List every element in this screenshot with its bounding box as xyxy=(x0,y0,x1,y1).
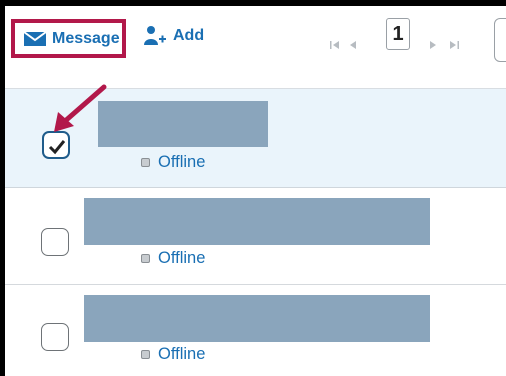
user-status: Offline xyxy=(141,249,205,268)
add-label: Add xyxy=(173,27,205,44)
toolbar: Message Add 1 xyxy=(5,6,506,88)
page-number-field[interactable]: 1 xyxy=(386,18,410,50)
message-label: Message xyxy=(52,29,120,47)
presence-dot-icon xyxy=(141,254,150,263)
list-item: Offline xyxy=(5,285,506,376)
first-page-icon[interactable] xyxy=(329,40,343,50)
user-name-redacted[interactable] xyxy=(84,295,430,342)
add-button[interactable]: Add xyxy=(143,24,204,48)
presence-dot-icon xyxy=(141,350,150,359)
add-user-icon xyxy=(144,26,166,45)
checkmark-icon xyxy=(48,140,66,155)
last-page-icon[interactable] xyxy=(447,40,461,50)
arrow-icon xyxy=(54,84,107,132)
next-page-icon[interactable] xyxy=(426,40,440,50)
status-label[interactable]: Offline xyxy=(158,249,205,268)
presence-dot-icon xyxy=(141,158,150,167)
message-button[interactable]: Message xyxy=(11,19,126,58)
user-name-redacted[interactable] xyxy=(98,101,268,147)
user-status: Offline xyxy=(141,345,205,364)
status-label[interactable]: Offline xyxy=(158,153,205,172)
envelope-icon xyxy=(23,30,47,46)
previous-page-icon[interactable] xyxy=(347,40,361,50)
status-label[interactable]: Offline xyxy=(158,345,205,364)
list-item: Offline xyxy=(5,188,506,285)
row-checkbox[interactable] xyxy=(41,228,69,256)
page-size-select[interactable] xyxy=(494,18,506,62)
row-checkbox[interactable] xyxy=(41,323,69,351)
user-status: Offline xyxy=(141,153,205,172)
user-name-redacted[interactable] xyxy=(84,198,430,245)
